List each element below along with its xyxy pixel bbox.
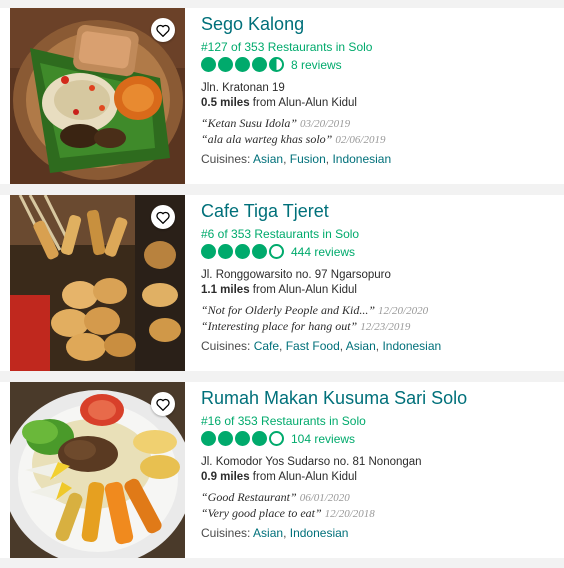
cuisine-link[interactable]: Indonesian — [332, 152, 391, 166]
save-heart-button[interactable] — [151, 392, 175, 416]
review-quote[interactable]: “Not for Olderly People and Kid...” — [201, 303, 375, 317]
rating-bubble — [269, 244, 284, 259]
rating-bubbles: 104 reviews — [201, 431, 355, 446]
cuisines: Cuisines: Asian, Fusion, Indonesian — [201, 152, 392, 166]
restaurant-card: Rumah Makan Kusuma Sari Solo #16 of 353 … — [0, 382, 564, 558]
distance: 1.1 miles from Alun-Alun Kidul — [201, 284, 357, 296]
cuisines: Cuisines: Asian, Indonesian — [201, 526, 349, 540]
review-snippet: “Very good place to eat” 12/20/2018 — [201, 506, 375, 521]
rating-bubble — [218, 244, 233, 259]
rating-bubble — [201, 57, 216, 72]
distance-landmark: from Alun-Alun Kidul — [249, 97, 357, 109]
cuisines-label: Cuisines: — [201, 526, 254, 540]
cuisine-link[interactable]: Asian — [253, 526, 283, 540]
distance-landmark: from Alun-Alun Kidul — [249, 471, 357, 483]
review-date: 12/23/2019 — [360, 321, 411, 333]
rating-bubble — [252, 244, 267, 259]
distance-value: 0.9 miles — [201, 471, 250, 483]
restaurant-rank: #16 of 353 Restaurants in Solo — [201, 414, 366, 428]
cuisine-link[interactable]: Cafe — [254, 339, 279, 353]
rating-bubble — [235, 244, 250, 259]
rating-bubble — [201, 431, 216, 446]
rating-bubble — [269, 57, 284, 72]
distance: 0.9 miles from Alun-Alun Kidul — [201, 471, 357, 483]
rating-bubble — [269, 431, 284, 446]
review-quote[interactable]: “Interesting place for hang out” — [201, 319, 357, 333]
rating-bubble — [218, 431, 233, 446]
review-date: 12/20/2018 — [324, 508, 375, 520]
cuisines: Cuisines: Cafe, Fast Food, Asian, Indone… — [201, 339, 442, 353]
address: Jln. Kratonan 19 — [201, 82, 285, 94]
review-quote[interactable]: “Good Restaurant” — [201, 490, 297, 504]
review-quote[interactable]: “Very good place to eat” — [201, 506, 322, 520]
distance: 0.5 miles from Alun-Alun Kidul — [201, 97, 357, 109]
distance-landmark: from Alun-Alun Kidul — [249, 284, 357, 296]
restaurant-card: Cafe Tiga Tjeret #6 of 353 Restaurants i… — [0, 195, 564, 371]
review-date: 02/06/2019 — [335, 134, 386, 146]
cuisines-label: Cuisines: — [201, 152, 254, 166]
save-heart-button[interactable] — [151, 205, 175, 229]
distance-value: 0.5 miles — [201, 97, 250, 109]
restaurant-name[interactable]: Rumah Makan Kusuma Sari Solo — [201, 388, 467, 409]
cuisine-link[interactable]: Asian — [346, 339, 376, 353]
restaurant-rank: #127 of 353 Restaurants in Solo — [201, 40, 373, 54]
review-snippet: “Ketan Susu Idola” 03/20/2019 — [201, 116, 350, 131]
review-date: 12/20/2020 — [378, 305, 429, 317]
restaurant-name[interactable]: Sego Kalong — [201, 14, 304, 35]
heart-icon — [156, 24, 170, 37]
cuisine-link[interactable]: Fusion — [290, 152, 326, 166]
rating-bubble — [201, 244, 216, 259]
cuisine-link[interactable]: Indonesian — [382, 339, 441, 353]
address: Jl. Komodor Yos Sudarso no. 81 Nonongan — [201, 456, 422, 468]
rating-bubble — [252, 57, 267, 72]
restaurant-photo[interactable] — [10, 8, 185, 184]
rating-bubble — [235, 431, 250, 446]
review-snippet: “ala ala warteg khas solo” 02/06/2019 — [201, 132, 385, 147]
review-date: 06/01/2020 — [299, 492, 350, 504]
rating-bubbles: 444 reviews — [201, 244, 355, 259]
cuisine-link[interactable]: Asian — [253, 152, 283, 166]
rating-bubbles: 8 reviews — [201, 57, 342, 72]
address: Jl. Ronggowarsito no. 97 Ngarsopuro — [201, 269, 391, 281]
cuisine-link[interactable]: Fast Food — [286, 339, 340, 353]
restaurant-card: Sego Kalong #127 of 353 Restaurants in S… — [0, 8, 564, 184]
heart-icon — [156, 398, 170, 411]
heart-icon — [156, 211, 170, 224]
review-snippet: “Interesting place for hang out” 12/23/20… — [201, 319, 410, 334]
review-quote[interactable]: “ala ala warteg khas solo” — [201, 132, 332, 146]
review-count-link[interactable]: 104 reviews — [291, 432, 355, 446]
restaurant-name[interactable]: Cafe Tiga Tjeret — [201, 201, 329, 222]
restaurant-rank: #6 of 353 Restaurants in Solo — [201, 227, 360, 241]
review-snippet: “Good Restaurant” 06/01/2020 — [201, 490, 350, 505]
review-count-link[interactable]: 8 reviews — [291, 58, 342, 72]
distance-value: 1.1 miles — [201, 284, 250, 296]
review-quote[interactable]: “Ketan Susu Idola” — [201, 116, 297, 130]
review-date: 03/20/2019 — [300, 118, 351, 130]
save-heart-button[interactable] — [151, 18, 175, 42]
restaurant-photo[interactable] — [10, 195, 185, 371]
cuisines-label: Cuisines: — [201, 339, 254, 353]
rating-bubble — [252, 431, 267, 446]
review-count-link[interactable]: 444 reviews — [291, 245, 355, 259]
rating-bubble — [235, 57, 250, 72]
cuisine-link[interactable]: Indonesian — [290, 526, 349, 540]
restaurant-photo[interactable] — [10, 382, 185, 558]
review-snippet: “Not for Olderly People and Kid...” 12/20… — [201, 303, 428, 318]
rating-bubble — [218, 57, 233, 72]
